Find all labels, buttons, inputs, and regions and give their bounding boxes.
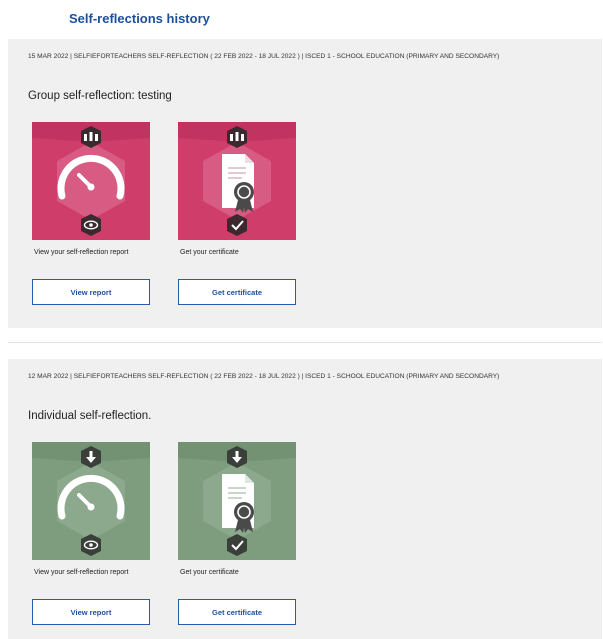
certificate-card: Get your certificate Get certificate (178, 122, 296, 305)
card-caption: View your self-reflection report (34, 569, 129, 576)
view-report-button[interactable]: View report (32, 599, 150, 625)
entry-meta: 15 MAR 2022 | SELFIEFORTEACHERS SELF-REF… (28, 53, 500, 60)
entry-title: Individual self-reflection. (28, 410, 152, 422)
card-caption: Get your certificate (180, 569, 239, 576)
entry-title: Group self-reflection: testing (28, 90, 172, 102)
report-tile[interactable] (32, 442, 150, 560)
reflection-entry: 15 MAR 2022 | SELFIEFORTEACHERS SELF-REF… (8, 39, 602, 328)
entry-meta: 12 MAR 2022 | SELFIEFORTEACHERS SELF-REF… (28, 373, 500, 380)
report-tile[interactable] (32, 122, 150, 240)
report-card: View your self-reflection report View re… (32, 122, 150, 305)
reflection-entry: 12 MAR 2022 | SELFIEFORTEACHERS SELF-REF… (8, 359, 602, 639)
view-report-button[interactable]: View report (32, 279, 150, 305)
page-title: Self-reflections history (69, 11, 210, 26)
entry-divider (8, 342, 602, 343)
card-caption: View your self-reflection report (34, 249, 129, 256)
certificate-tile[interactable] (178, 442, 296, 560)
report-card: View your self-reflection report View re… (32, 442, 150, 625)
certificate-tile[interactable] (178, 122, 296, 240)
get-certificate-button[interactable]: Get certificate (178, 279, 296, 305)
certificate-card: Get your certificate Get certificate (178, 442, 296, 625)
card-caption: Get your certificate (180, 249, 239, 256)
certificate-icon (222, 474, 254, 533)
certificate-icon (222, 154, 254, 213)
get-certificate-button[interactable]: Get certificate (178, 599, 296, 625)
